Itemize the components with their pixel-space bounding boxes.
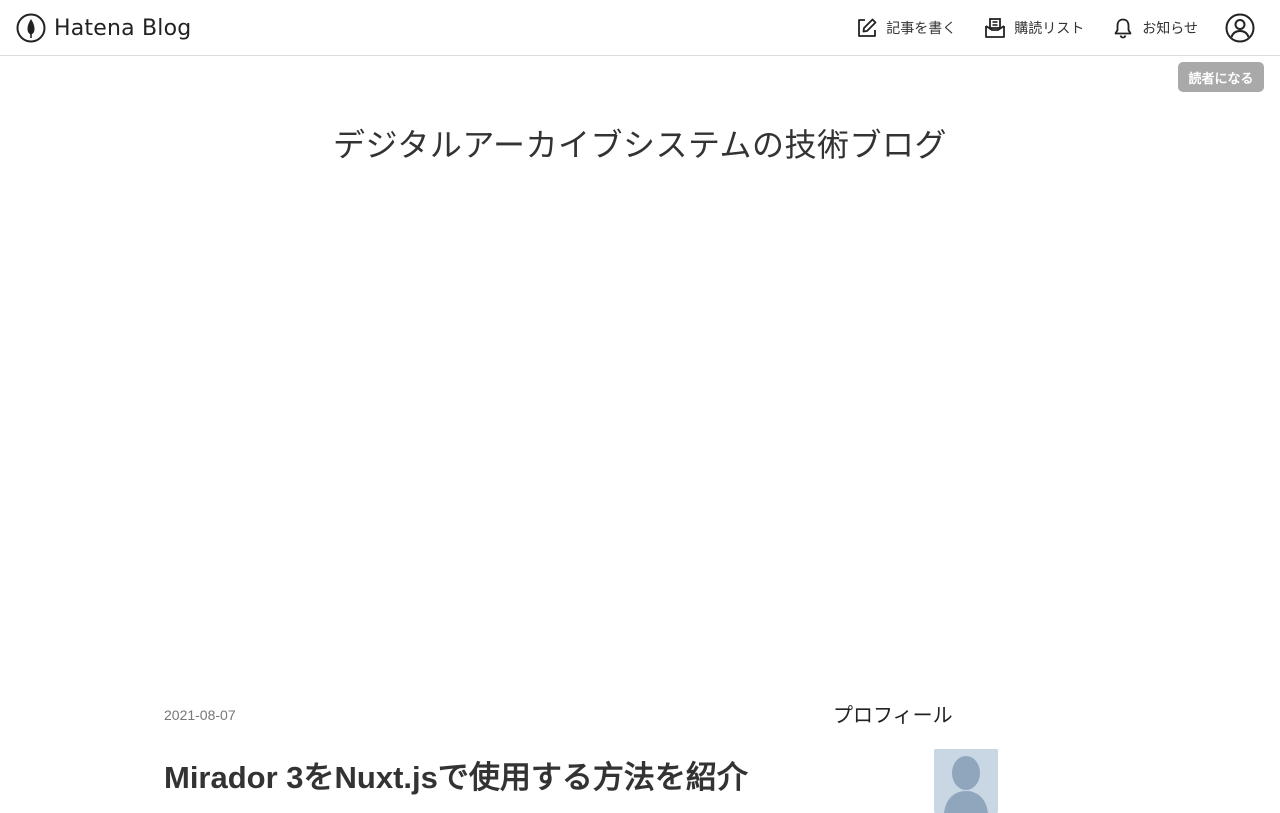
global-header: Hatena Blog 記事を書く 購読リスト お知らせ xyxy=(0,0,1280,56)
entry-title[interactable]: Mirador 3をNuxt.jsで使用する方法を紹介 xyxy=(164,752,748,797)
hatena-blog-logo[interactable]: Hatena Blog xyxy=(16,13,191,43)
author-avatar[interactable] xyxy=(934,749,998,813)
edit-icon xyxy=(858,18,877,37)
ad-space xyxy=(164,200,1116,660)
notifications-label: お知らせ xyxy=(1142,20,1198,36)
notifications-link[interactable]: お知らせ xyxy=(1112,17,1198,39)
write-entry-link[interactable]: 記事を書く xyxy=(856,17,956,39)
blog-title[interactable]: デジタルアーカイブシステムの技術ブログ xyxy=(0,120,1280,166)
reading-list-label: 購読リスト xyxy=(1014,20,1085,36)
reading-list-link[interactable]: 購読リスト xyxy=(984,17,1084,39)
bell-icon xyxy=(1114,18,1132,39)
avatar-silhouette-icon xyxy=(934,749,998,813)
write-entry-label: 記事を書く xyxy=(886,20,957,36)
profile-heading: プロフィール xyxy=(833,705,953,727)
subscribe-button[interactable]: 読者になる xyxy=(1178,62,1264,92)
user-menu-button[interactable] xyxy=(1225,13,1255,43)
user-icon xyxy=(1225,13,1255,43)
brand-name: Hatena Blog xyxy=(54,15,192,41)
header-nav: 記事を書く 購読リスト お知らせ xyxy=(856,14,1198,42)
reading-list-icon xyxy=(985,18,1006,38)
entry-date[interactable]: 2021-08-07 xyxy=(164,707,236,723)
hatena-pen-icon xyxy=(16,13,46,43)
